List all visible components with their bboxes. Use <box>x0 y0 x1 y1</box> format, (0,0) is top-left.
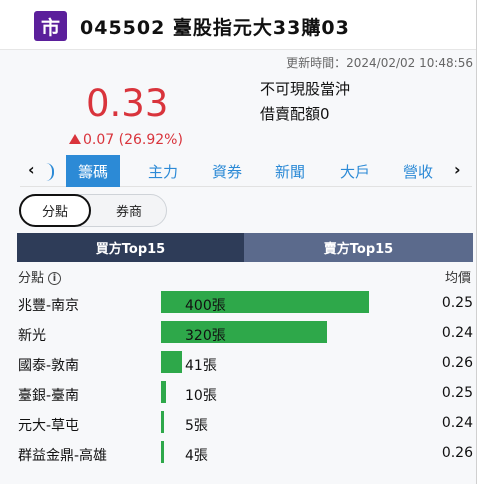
tab-news[interactable]: 新聞 <box>263 155 317 187</box>
tab-scroll-right-icon[interactable]: › <box>454 160 461 179</box>
last-price: 0.33 <box>86 82 169 125</box>
lots-value: 5張 <box>185 418 208 434</box>
title-bar: 市 045502 臺股指元大33購03 <box>0 0 476 50</box>
tab-margin[interactable]: 資券 <box>200 155 254 187</box>
sell-top15-button[interactable]: 賣方Top15 <box>244 233 473 262</box>
table-row[interactable]: 新光 320張 0.24 <box>0 320 476 350</box>
avg-price: 0.25 <box>441 385 473 401</box>
volume-bar <box>161 441 164 463</box>
quote-window: 市 045502 臺股指元大33購03 更新時間：2024/02/02 10:4… <box>0 0 491 484</box>
broker-name: 兆豐-南京 <box>18 298 80 314</box>
table-row[interactable]: 國泰-敦南 41張 0.26 <box>0 350 476 380</box>
up-triangle-icon <box>69 134 81 144</box>
daytrade-flag: 不可現股當沖 <box>260 80 351 98</box>
volume-bar <box>161 351 182 373</box>
buy-sell-switch: 買方Top15 賣方Top15 <box>17 233 473 262</box>
table-row[interactable]: 兆豐-南京 400張 0.25 <box>0 290 476 320</box>
table-row[interactable]: 元大-草屯 5張 0.24 <box>0 410 476 440</box>
window-edge <box>476 0 491 484</box>
column-header-broker: 分點 i <box>18 267 62 286</box>
tab-main-force[interactable]: 主力 <box>136 155 190 187</box>
broker-name: 群益金鼎-高雄 <box>18 448 108 464</box>
column-header-broker-label: 分點 <box>18 271 45 286</box>
info-icon[interactable]: i <box>48 272 62 285</box>
tab-bar: ‹ 籌碼 主力 資券 新聞 大戶 營收 › <box>20 155 472 187</box>
volume-bar <box>161 381 166 403</box>
lots-value: 41張 <box>185 358 217 374</box>
broker-toggle-button[interactable]: 券商 <box>92 194 166 227</box>
lots-value: 400張 <box>185 298 226 314</box>
tab-scroll-left-icon[interactable]: ‹ <box>28 160 35 179</box>
buy-top15-button[interactable]: 買方Top15 <box>17 233 244 262</box>
branch-toggle-button[interactable]: 分點 <box>19 194 91 227</box>
broker-name: 元大-草屯 <box>18 418 80 434</box>
tab-revenue[interactable]: 營收 <box>391 155 445 187</box>
lots-value: 10張 <box>185 388 217 404</box>
tab-chips[interactable]: 籌碼 <box>66 155 120 187</box>
lots-value: 320張 <box>185 328 226 344</box>
avg-price: 0.24 <box>441 415 473 431</box>
price-change-text: 0.07 (26.92%) <box>83 132 183 148</box>
update-time: 更新時間：2024/02/02 10:48:56 <box>286 56 473 70</box>
lots-value: 4張 <box>185 448 208 464</box>
avg-price: 0.26 <box>441 445 473 461</box>
shortsell-quota: 借賣配額0 <box>260 105 330 123</box>
view-toggle: 分點 券商 <box>19 194 167 227</box>
broker-name: 新光 <box>18 328 46 344</box>
avg-price: 0.26 <box>441 355 473 371</box>
avg-price: 0.24 <box>441 325 473 341</box>
market-badge: 市 <box>34 11 67 41</box>
quote-panel: 更新時間：2024/02/02 10:48:56 0.33 0.07 (26.9… <box>0 50 476 484</box>
tab-major-holders[interactable]: 大戶 <box>328 155 382 187</box>
hidden-tab-fragment <box>46 163 54 181</box>
volume-bar <box>161 411 164 433</box>
security-title: 045502 臺股指元大33購03 <box>80 17 350 39</box>
price-change: 0.07 (26.92%) <box>69 132 183 148</box>
broker-name: 臺銀-臺南 <box>18 388 80 404</box>
avg-price: 0.25 <box>441 295 473 311</box>
column-header-avg-price: 均價 <box>444 271 471 286</box>
table-row[interactable]: 臺銀-臺南 10張 0.25 <box>0 380 476 410</box>
table-row[interactable]: 群益金鼎-高雄 4張 0.26 <box>0 440 476 470</box>
broker-name: 國泰-敦南 <box>18 358 80 374</box>
